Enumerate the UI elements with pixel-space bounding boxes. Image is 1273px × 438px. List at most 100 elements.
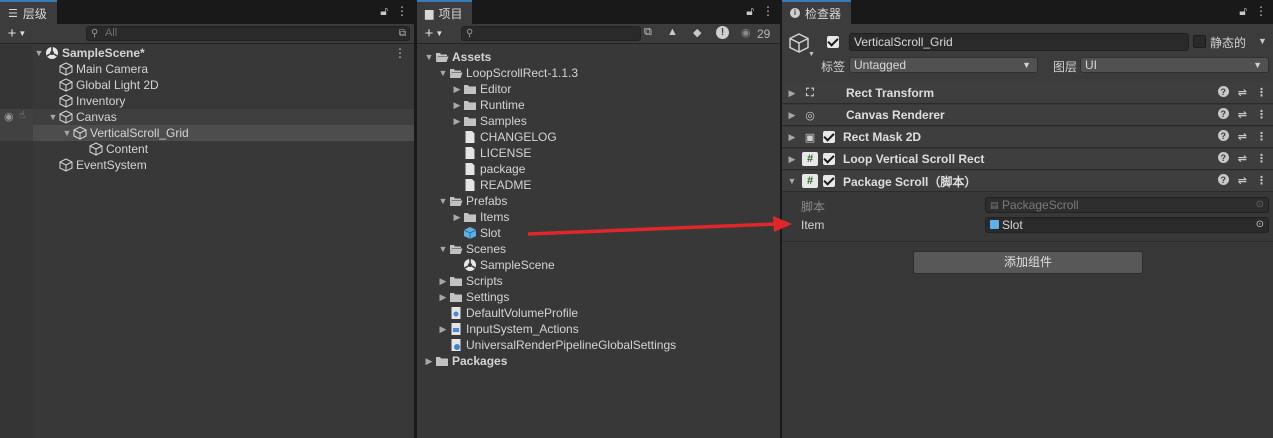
tab-inspector[interactable]: i 检查器 [782,0,852,24]
expand-toggle-icon[interactable]: ▼ [61,125,73,141]
hierarchy-item-main-camera[interactable]: Main Camera [59,61,148,77]
help-icon[interactable]: ? [1217,130,1229,141]
presets-icon[interactable]: ⇌ [1238,86,1247,99]
tag-icon[interactable]: ◆ [693,26,701,39]
expand-toggle-icon[interactable]: ▶ [451,97,463,113]
scene-more-icon[interactable]: ⋮ [394,45,406,61]
project-item[interactable]: ▶ Runtime [451,97,525,113]
project-item[interactable]: SampleScene [451,257,555,273]
object-picker-icon[interactable]: ⊙ [1256,218,1264,232]
presets-icon[interactable]: ⇌ [1238,152,1247,165]
project-item[interactable]: ▶ Editor [451,81,512,97]
component-more-icon[interactable]: ⋮ [1256,108,1267,121]
help-icon[interactable]: ? [1217,174,1229,185]
project-item[interactable]: ▼ Assets [423,49,492,65]
expand-toggle-icon[interactable]: ▶ [437,273,449,289]
visibility-eye-icon[interactable]: ◉ [4,110,14,123]
component-loop-vertical-scroll-rect[interactable]: ▶ # Loop Vertical Scroll Rect ? ⇌ ⋮ [782,149,1273,170]
search-by-type-icon[interactable]: ⧉ [644,26,652,39]
item-object-field[interactable]: Slot ⊙ [985,217,1269,233]
lock-icon[interactable]: 🔓︎ [746,4,754,19]
search-filter-icon[interactable]: ⧉ [399,27,406,40]
expand-toggle-icon[interactable]: ▶ [451,81,463,97]
hidden-packages-icon[interactable]: ◉ [741,26,751,39]
add-component-button[interactable]: 添加组件 [913,251,1143,274]
component-enabled-checkbox[interactable] [823,175,835,187]
expand-toggle-icon[interactable]: ▶ [423,353,435,369]
component-rect-transform[interactable]: ▶ ⛶ Rect Transform ? ⇌ ⋮ [782,83,1273,104]
component-canvas-renderer[interactable]: ▶ ◎ Canvas Renderer ? ⇌ ⋮ [782,105,1273,126]
expand-toggle-icon[interactable]: ▶ [451,113,463,129]
expand-toggle-icon[interactable]: ▶ [782,88,802,99]
hierarchy-item-content[interactable]: Content [89,141,148,157]
presets-icon[interactable]: ⇌ [1238,130,1247,143]
project-item[interactable]: ▶ InputSystem_Actions [437,321,579,337]
project-item[interactable]: ▼ Prefabs [437,193,508,209]
create-button[interactable]: + ▼ [0,25,34,42]
component-more-icon[interactable]: ⋮ [1256,86,1267,99]
presets-icon[interactable]: ⇌ [1238,108,1247,121]
expand-toggle-icon[interactable]: ▶ [437,289,449,305]
project-item[interactable]: LICENSE [451,145,531,161]
create-asset-button[interactable]: + ▼ [417,25,451,42]
tab-hierarchy[interactable]: ☰ 层级 [0,0,57,24]
hierarchy-search-input[interactable]: ⚲ All ⧉ [86,26,410,41]
project-item[interactable]: CHANGELOG [451,129,557,145]
search-by-label-icon[interactable]: ▲ [667,26,678,38]
lock-icon[interactable]: 🔓︎ [1239,4,1247,19]
expand-toggle-icon[interactable]: ▶ [782,132,802,143]
scene-row[interactable]: ▼ SampleScene* ⋮ [33,45,414,61]
expand-toggle-icon[interactable]: ▶ [437,321,449,337]
component-rect-mask-2d[interactable]: ▶ ▣ Rect Mask 2D ? ⇌ ⋮ [782,127,1273,148]
project-item[interactable]: ▶ Items [451,209,510,225]
project-item[interactable]: UniversalRenderPipelineGlobalSettings [437,337,676,353]
expand-toggle-icon[interactable]: ▼ [437,65,449,81]
static-dropdown-icon[interactable]: ▼ [1258,36,1267,46]
more-menu-icon[interactable]: ⋮ [396,4,408,19]
lock-icon[interactable]: 🔓︎ [380,4,388,19]
help-icon[interactable]: ? [1217,152,1229,163]
expand-toggle-icon[interactable]: ▼ [423,49,435,65]
presets-icon[interactable]: ⇌ [1238,174,1247,187]
expand-toggle-icon[interactable]: ▶ [451,209,463,225]
project-item[interactable]: ▼ LoopScrollRect-1.1.3 [437,65,579,81]
component-more-icon[interactable]: ⋮ [1256,130,1267,143]
hierarchy-item-verticalscroll-grid[interactable]: ▼ VerticalScroll_Grid [61,125,189,141]
project-item[interactable]: ▼ Scenes [437,241,507,257]
component-more-icon[interactable]: ⋮ [1256,174,1267,187]
expand-toggle-icon[interactable]: ▶ [782,110,802,121]
hierarchy-item-eventsystem[interactable]: EventSystem [59,157,147,173]
hierarchy-item-global-light[interactable]: Global Light 2D [59,77,159,93]
help-icon[interactable]: ? [1217,108,1229,119]
hierarchy-item-canvas[interactable]: ▼ Canvas [47,109,117,125]
gameobject-cube-icon[interactable] [788,32,810,54]
component-enabled-checkbox[interactable] [823,131,835,143]
component-package-scroll[interactable]: ▼ # Package Scroll（脚本） ? ⇌ ⋮ [782,171,1273,192]
component-more-icon[interactable]: ⋮ [1256,152,1267,165]
hierarchy-item-inventory[interactable]: Inventory [59,93,125,109]
project-item[interactable]: ▶ Scripts [437,273,503,289]
project-item[interactable]: DefaultVolumeProfile [437,305,578,321]
tag-dropdown[interactable]: Untagged ▼ [849,57,1038,73]
info-toggle-icon[interactable]: ! [716,26,729,39]
collapse-toggle-icon[interactable]: ▼ [782,176,802,186]
expand-toggle-icon[interactable]: ▼ [437,193,449,209]
object-name-field[interactable]: VerticalScroll_Grid [849,33,1189,51]
layer-dropdown[interactable]: UI ▼ [1080,57,1269,73]
tab-project[interactable]: ▆ 项目 [417,0,473,24]
icon-dropdown-icon[interactable]: ▼ [808,51,815,58]
project-item[interactable]: README [451,177,531,193]
pickable-hand-icon[interactable]: ☝ [19,110,25,121]
help-icon[interactable]: ? [1217,86,1229,97]
more-menu-icon[interactable]: ⋮ [762,4,774,19]
project-item[interactable]: Slot [451,225,501,241]
active-checkbox[interactable] [827,36,839,48]
expand-toggle-icon[interactable]: ▼ [47,109,59,125]
project-item[interactable]: ▶ Samples [451,113,527,129]
project-item[interactable]: ▶ Packages [423,353,508,369]
project-item[interactable]: package [451,161,525,177]
expand-toggle-icon[interactable]: ▶ [782,154,802,165]
static-checkbox[interactable] [1193,35,1206,48]
project-item[interactable]: ▶ Settings [437,289,510,305]
expand-toggle-icon[interactable]: ▼ [437,241,449,257]
